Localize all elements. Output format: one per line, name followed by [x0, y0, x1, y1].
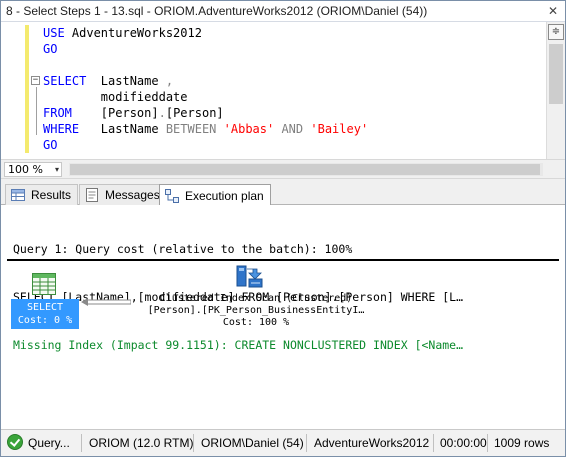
- tab-results-label: Results: [31, 188, 72, 202]
- sql-keyword: FROM: [43, 106, 72, 120]
- results-grid-icon: [10, 187, 26, 203]
- clustered-index-scan-icon: [235, 263, 265, 289]
- sql-operator: .: [158, 106, 166, 120]
- window-title: 8 - Select Steps 1 - 13.sql - ORIOM.Adve…: [6, 4, 428, 18]
- chevron-down-icon: ▾: [54, 165, 59, 174]
- execution-plan-pane[interactable]: Query 1: Query cost (relative to the bat…: [1, 205, 565, 429]
- select-node-label: SELECT Cost: 0 %: [11, 299, 79, 329]
- sql-token: [Person]: [71, 106, 159, 120]
- status-separator: [487, 434, 488, 452]
- query-editor[interactable]: − USE AdventureWorks2012 GO SELECT LastNam…: [1, 22, 565, 159]
- editor-vertical-scrollbar[interactable]: ≑: [546, 22, 565, 159]
- scan-node-text: Clustered Index Scan (Clustered) [Person…: [131, 293, 381, 329]
- outline-guide: [36, 87, 37, 135]
- scan-node-object: [Person].[PK_Person_BusinessEntityI…: [147, 305, 365, 316]
- status-bar: Query... ORIOM (12.0 RTM) ORIOM\Daniel (…: [1, 429, 565, 456]
- status-user: ORIOM\Daniel (54): [201, 436, 304, 450]
- select-operator-icon: [32, 273, 56, 295]
- tab-messages-label: Messages: [105, 188, 160, 202]
- status-separator: [306, 434, 307, 452]
- execution-plan-icon: [164, 188, 180, 204]
- plan-divider: [7, 259, 559, 261]
- sql-operator: ,: [165, 74, 174, 88]
- sql-token: [Person]: [165, 106, 224, 120]
- code-line[interactable]: SELECT LastName ,: [43, 73, 368, 89]
- editor-margin: [1, 22, 25, 159]
- status-elapsed-time: 00:00:00: [440, 436, 487, 450]
- code-line[interactable]: WHERE LastName BETWEEN 'Abbas' AND 'Bail…: [43, 121, 368, 137]
- title-bar: 8 - Select Steps 1 - 13.sql - ORIOM.Adve…: [1, 1, 565, 22]
- status-separator: [433, 434, 434, 452]
- sql-code[interactable]: USE AdventureWorks2012 GO SELECT LastName …: [43, 25, 368, 153]
- code-line[interactable]: GO: [43, 137, 368, 153]
- sql-token: AdventureWorks2012: [64, 26, 202, 40]
- tab-execution-plan-label: Execution plan: [185, 188, 264, 203]
- results-tab-bar: Results Messages Execution plan: [1, 179, 565, 206]
- zoom-dropdown[interactable]: 100 % ▾: [4, 162, 62, 177]
- tab-execution-plan[interactable]: Execution plan: [159, 184, 271, 206]
- status-row-count: 1009 rows: [494, 436, 550, 450]
- sql-token: LastName: [79, 122, 166, 136]
- change-tracking-bar: [25, 25, 29, 153]
- query-success-icon: [7, 434, 23, 450]
- messages-icon: [84, 187, 100, 203]
- code-line[interactable]: [43, 57, 368, 73]
- data-flow-arrow[interactable]: [81, 295, 132, 306]
- status-separator: [81, 434, 82, 452]
- sql-operator: BETWEEN: [165, 122, 217, 136]
- sql-token: LastName: [86, 74, 166, 88]
- sql-keyword: GO: [43, 42, 58, 56]
- select-operator-node[interactable]: SELECT Cost: 0 %: [11, 273, 79, 329]
- sql-operator: AND: [281, 122, 304, 136]
- select-node-title: SELECT: [26, 302, 64, 313]
- code-line[interactable]: GO: [43, 41, 368, 57]
- clustered-index-scan-node[interactable]: Clustered Index Scan (Clustered) [Person…: [131, 263, 381, 339]
- ssms-query-window: 8 - Select Steps 1 - 13.sql - ORIOM.Adve…: [0, 0, 566, 457]
- collapse-select-block-icon[interactable]: −: [31, 76, 40, 85]
- missing-index-hint[interactable]: Missing Index (Impact 99.1151): CREATE N…: [13, 337, 463, 353]
- status-database: AdventureWorks2012: [314, 436, 430, 450]
- status-state: Query...: [28, 436, 70, 450]
- sql-keyword: GO: [43, 138, 58, 152]
- query-cost-line: Query 1: Query cost (relative to the bat…: [13, 242, 353, 256]
- editor-scroll-thumb[interactable]: [549, 44, 563, 104]
- sql-token: modifieddate: [43, 90, 188, 104]
- select-node-cost: Cost: 0 %: [17, 315, 73, 326]
- sql-string-literal: 'Bailey': [310, 122, 369, 136]
- split-editor-icon[interactable]: ≑: [548, 24, 564, 40]
- zoom-bar: 100 % ▾: [1, 159, 565, 179]
- sql-keyword: USE: [43, 26, 65, 40]
- sql-keyword: SELECT: [43, 74, 87, 88]
- code-line[interactable]: modifieddate: [43, 89, 368, 105]
- scan-node-cost: Cost: 100 %: [222, 317, 290, 328]
- sql-string-literal: 'Abbas': [223, 122, 275, 136]
- horizontal-scroll-thumb[interactable]: [70, 164, 540, 175]
- close-button[interactable]: ✕: [543, 2, 563, 20]
- sql-keyword: WHERE: [43, 122, 80, 136]
- scan-node-title: Clustered Index Scan (Clustered): [159, 293, 353, 304]
- zoom-value: 100 %: [8, 163, 43, 176]
- tab-results[interactable]: Results: [5, 184, 79, 205]
- tab-messages[interactable]: Messages: [79, 184, 167, 205]
- editor-horizontal-scrollbar[interactable]: [69, 163, 543, 176]
- status-server: ORIOM (12.0 RTM): [89, 436, 194, 450]
- code-line[interactable]: FROM [Person].[Person]: [43, 105, 368, 121]
- status-separator: [193, 434, 194, 452]
- code-line[interactable]: USE AdventureWorks2012: [43, 25, 368, 41]
